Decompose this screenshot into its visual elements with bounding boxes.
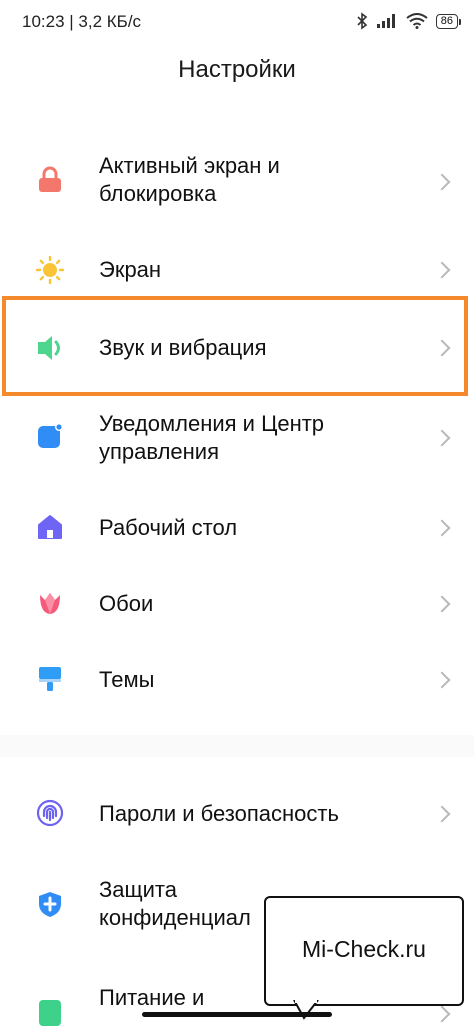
notification-icon bbox=[38, 423, 63, 448]
chevron-right-icon bbox=[433, 173, 451, 191]
watermark-box: Mi-Check.ru bbox=[264, 896, 464, 1006]
sun-icon bbox=[36, 256, 64, 284]
watermark-pointer-icon bbox=[293, 1000, 319, 1020]
chevron-right-icon bbox=[433, 429, 451, 447]
settings-item-display[interactable]: Экран bbox=[0, 252, 474, 288]
settings-item-wallpapers[interactable]: Обои bbox=[0, 586, 474, 622]
lock-icon bbox=[39, 166, 61, 192]
wifi-icon bbox=[406, 13, 428, 29]
signal-icon bbox=[376, 14, 395, 28]
settings-item-label: Обои bbox=[99, 591, 154, 616]
chevron-right-icon bbox=[433, 261, 451, 279]
settings-item-label: Защита конфиденциал bbox=[99, 877, 251, 930]
settings-item-desktop[interactable]: Рабочий стол bbox=[0, 510, 474, 546]
home-indicator[interactable] bbox=[142, 1012, 332, 1017]
settings-item-themes[interactable]: Темы bbox=[0, 662, 474, 698]
settings-item-label: Пароли и безопасность bbox=[99, 801, 339, 826]
status-bar: 10:23 | 3,2 КБ/с 86 bbox=[0, 0, 474, 46]
home-icon bbox=[38, 515, 62, 539]
settings-item-label: Питание и bbox=[99, 985, 205, 1010]
paint-roller-icon bbox=[39, 667, 61, 691]
bluetooth-icon bbox=[357, 12, 367, 30]
settings-item-security[interactable]: Пароли и безопасность bbox=[0, 796, 474, 832]
settings-item-label: Рабочий стол bbox=[99, 515, 238, 540]
settings-item-label: Экран bbox=[99, 257, 162, 282]
chevron-right-icon bbox=[433, 671, 451, 689]
page-title: Настройки bbox=[178, 56, 296, 83]
fingerprint-icon bbox=[36, 799, 64, 827]
status-icons: 86 bbox=[356, 12, 462, 30]
settings-item-label: Темы bbox=[99, 667, 155, 692]
status-time-speed: 10:23 | 3,2 КБ/с bbox=[22, 12, 142, 31]
settings-item-lock-screen[interactable]: Активный экран и блокировка bbox=[0, 150, 474, 210]
watermark-text: Mi-Check.ru bbox=[302, 936, 426, 962]
highlight-frame bbox=[2, 296, 468, 396]
settings-item-label: Уведомления и Центр управления bbox=[99, 411, 325, 464]
tulip-icon bbox=[40, 593, 60, 614]
settings-item-label: Активный экран и блокировка bbox=[99, 153, 280, 206]
chevron-right-icon bbox=[433, 1005, 451, 1023]
shield-icon bbox=[39, 892, 61, 917]
battery-icon bbox=[39, 1000, 61, 1026]
settings-item-notifications[interactable]: Уведомления и Центр управления bbox=[0, 406, 474, 466]
section-divider bbox=[0, 735, 474, 757]
chevron-right-icon bbox=[433, 805, 451, 823]
chevron-right-icon bbox=[433, 595, 451, 613]
chevron-right-icon bbox=[433, 519, 451, 537]
battery-level: 86 bbox=[435, 13, 462, 29]
